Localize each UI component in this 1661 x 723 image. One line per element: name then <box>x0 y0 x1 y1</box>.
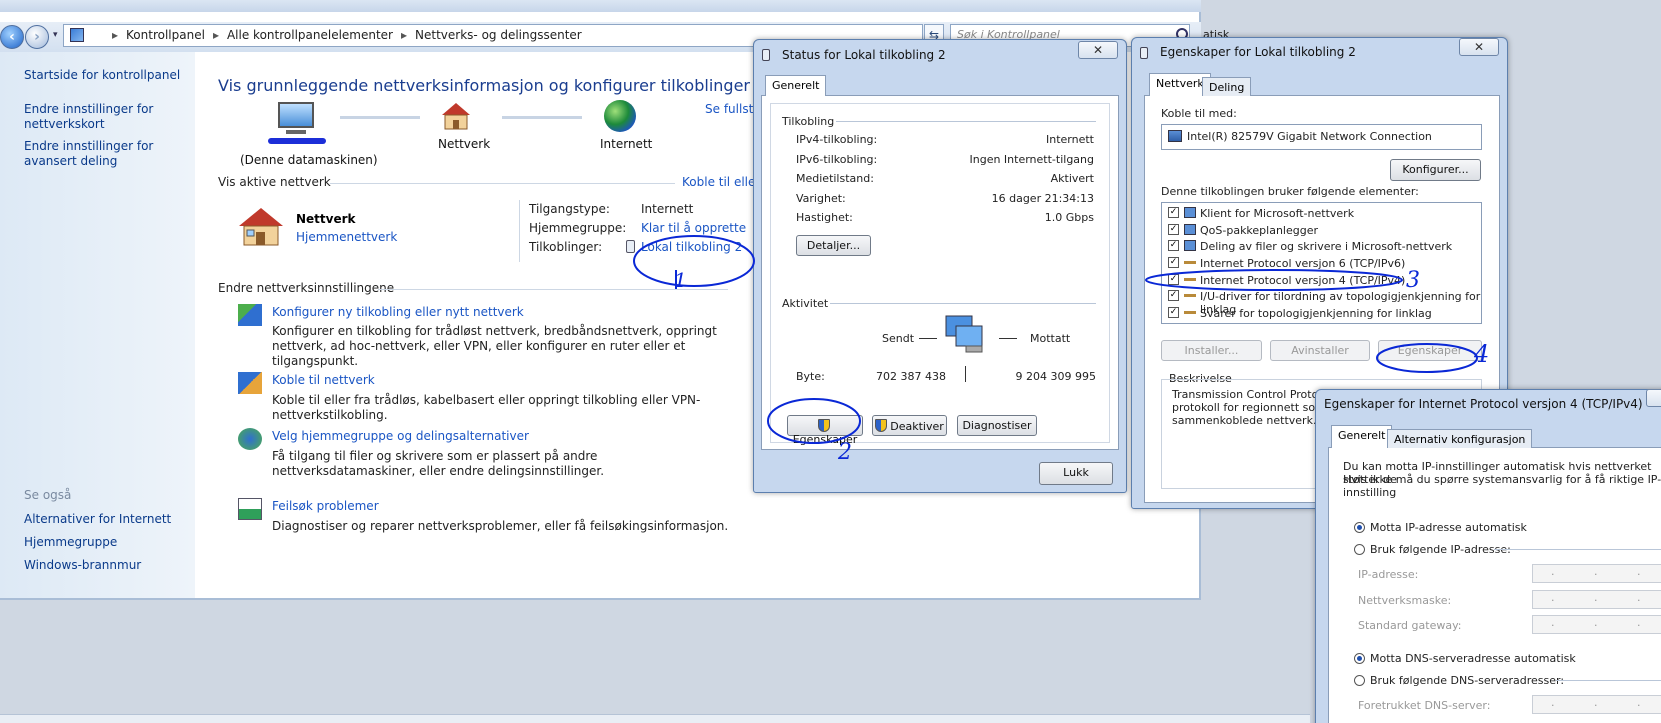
annotation-number: 2 <box>838 440 852 465</box>
annotation-number: 4 <box>1474 340 1490 368</box>
annotation-circle-ipv4-item <box>1145 269 1403 291</box>
annotation-number: 1 <box>674 268 687 292</box>
annotation-number: 3 <box>1406 268 1420 293</box>
annotation-circle-component-properties <box>1376 343 1478 373</box>
annotation-overlay <box>633 235 1478 444</box>
annotation-circle-connection-link <box>633 235 755 287</box>
annotation-circle-properties-button <box>767 398 861 444</box>
